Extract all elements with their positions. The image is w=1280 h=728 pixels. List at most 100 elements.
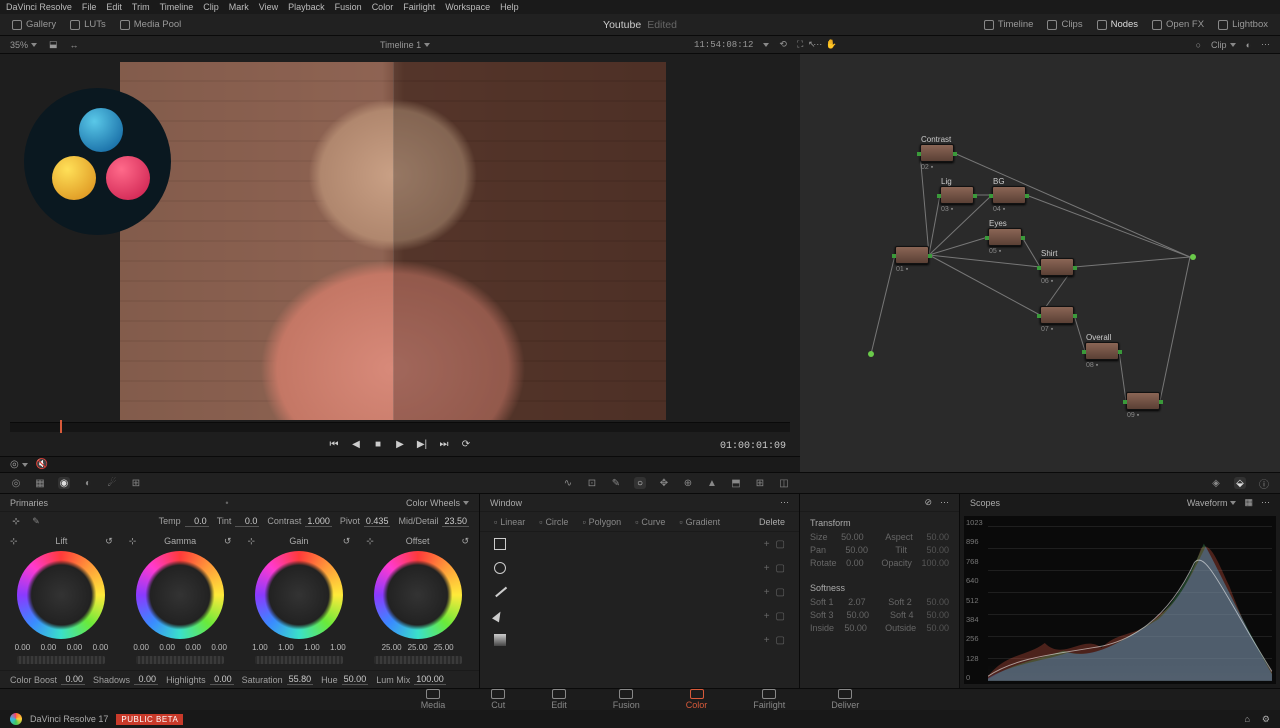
shape-tab-circle[interactable]: ▫Circle bbox=[539, 517, 568, 527]
window-more-icon[interactable]: ⋯ bbox=[780, 497, 789, 508]
menu-clip[interactable]: Clip bbox=[203, 2, 219, 12]
page-tab-deliver[interactable]: Deliver bbox=[823, 687, 867, 712]
window-icon[interactable]: ○ bbox=[634, 477, 646, 489]
middetail-value[interactable]: 23.50 bbox=[442, 516, 469, 527]
clips-icon[interactable]: Clips bbox=[1047, 19, 1082, 30]
home-icon[interactable]: ⌂ bbox=[1244, 714, 1249, 724]
node-graph[interactable]: 01 ▪Contrast02 ▪Lig03 ▪BG04 ▪Eyes05 ▪Shi… bbox=[800, 54, 1280, 472]
wheel-value[interactable]: 0.00 bbox=[156, 643, 178, 652]
tracking-icon[interactable]: ✥ bbox=[658, 477, 670, 489]
output-icon[interactable] bbox=[1190, 254, 1196, 260]
color-wheels-icon[interactable]: ◉ bbox=[58, 477, 70, 489]
auto-icon[interactable]: ✎ bbox=[30, 515, 42, 527]
page-tab-edit[interactable]: Edit bbox=[543, 687, 575, 712]
temp-value[interactable]: 0.0 bbox=[185, 516, 209, 527]
node-05[interactable]: Eyes05 ▪ bbox=[988, 228, 1022, 246]
node-02[interactable]: Contrast02 ▪ bbox=[920, 144, 954, 162]
settings-icon[interactable]: ⚙ bbox=[1262, 714, 1270, 725]
more-icon[interactable]: ⋯ bbox=[1261, 497, 1270, 508]
refresh-icon[interactable]: ⟲ bbox=[779, 39, 787, 50]
play-icon[interactable]: ▶ bbox=[394, 438, 406, 450]
input-source-icon[interactable] bbox=[868, 351, 874, 357]
gamma-jog[interactable] bbox=[136, 656, 224, 664]
page-tab-media[interactable]: Media bbox=[413, 687, 454, 712]
wipe-icon[interactable]: ↔ bbox=[70, 40, 79, 50]
wheel-value[interactable]: 1.00 bbox=[327, 643, 349, 652]
wheel-value[interactable]: 0.00 bbox=[208, 643, 230, 652]
lummix-value[interactable]: 100.00 bbox=[414, 674, 446, 685]
node-07[interactable]: 07 ▪ bbox=[1040, 306, 1074, 324]
wheel-value[interactable]: 1.00 bbox=[275, 643, 297, 652]
wheel-value[interactable]: 1.00 bbox=[301, 643, 323, 652]
gain-wheel[interactable] bbox=[255, 551, 343, 639]
goto-end-icon[interactable]: ⏭ bbox=[438, 438, 450, 450]
node-06[interactable]: Shirt06 ▪ bbox=[1040, 258, 1074, 276]
highlights-value[interactable]: 0.00 bbox=[210, 674, 234, 685]
gamma-wheel[interactable] bbox=[136, 551, 224, 639]
page-tab-fairlight[interactable]: Fairlight bbox=[745, 687, 793, 712]
node-04[interactable]: BG04 ▪ bbox=[992, 186, 1026, 204]
nodes-icon[interactable]: Nodes bbox=[1097, 19, 1138, 30]
menu-fairlight[interactable]: Fairlight bbox=[403, 2, 435, 12]
remove-icon[interactable]: ▢ bbox=[776, 539, 785, 550]
page-tab-color[interactable]: Color bbox=[678, 687, 716, 712]
lightbox-icon[interactable]: Lightbox bbox=[1218, 19, 1268, 30]
add-icon[interactable]: + bbox=[764, 539, 770, 550]
key-icon[interactable]: ⬒ bbox=[730, 477, 742, 489]
wheel-value[interactable]: 0.00 bbox=[89, 643, 111, 652]
keyframe-icon[interactable]: ◈ bbox=[1210, 477, 1222, 489]
color-checker-icon[interactable]: ▦ bbox=[34, 477, 46, 489]
add-icon[interactable]: + bbox=[764, 635, 770, 646]
tint-value[interactable]: 0.0 bbox=[235, 516, 259, 527]
camera-raw-icon[interactable]: ◎ bbox=[10, 477, 22, 489]
step-back-icon[interactable]: ◀ bbox=[350, 438, 362, 450]
wheel-value[interactable]: 0.00 bbox=[182, 643, 204, 652]
shape-slot-2[interactable]: +▢ bbox=[480, 580, 799, 604]
remove-icon[interactable]: ▢ bbox=[776, 563, 785, 574]
wheel-reset-icon[interactable]: ↺ bbox=[224, 536, 232, 547]
shape-tab-linear[interactable]: ▫Linear bbox=[494, 517, 525, 527]
scope-mode-dropdown[interactable]: Waveform bbox=[1187, 498, 1237, 508]
blur-icon[interactable]: ▲ bbox=[706, 477, 718, 489]
menu-mark[interactable]: Mark bbox=[229, 2, 249, 12]
warper-icon[interactable]: ⊡ bbox=[586, 477, 598, 489]
menu-file[interactable]: File bbox=[82, 2, 97, 12]
wheels-mode-dropdown[interactable]: Color Wheels bbox=[406, 498, 469, 508]
menu-timeline[interactable]: Timeline bbox=[160, 2, 194, 12]
menu-view[interactable]: View bbox=[259, 2, 278, 12]
motion-icon[interactable]: ⊞ bbox=[130, 477, 142, 489]
qualifier-icon[interactable]: ✎ bbox=[610, 477, 622, 489]
node-08[interactable]: Overall08 ▪ bbox=[1085, 342, 1119, 360]
remove-icon[interactable]: ▢ bbox=[776, 611, 785, 622]
wheel-value[interactable]: 0.00 bbox=[11, 643, 33, 652]
hue-value[interactable]: 50.00 bbox=[342, 674, 369, 685]
magic-icon[interactable]: ⊕ bbox=[682, 477, 694, 489]
wheel-value[interactable]: 0.00 bbox=[130, 643, 152, 652]
wheel-reset-icon[interactable]: ↺ bbox=[343, 536, 351, 547]
waveform-scope[interactable]: 10238967686405123842561280 bbox=[964, 516, 1276, 684]
picker-icon[interactable]: ⊹ bbox=[10, 515, 22, 527]
menu-playback[interactable]: Playback bbox=[288, 2, 325, 12]
shape-slot-3[interactable]: +▢ bbox=[480, 604, 799, 628]
wheel-value[interactable]: 25.00 bbox=[381, 643, 403, 652]
bypass-dropdown[interactable]: ◎ bbox=[10, 459, 28, 470]
shadows-value[interactable]: 0.00 bbox=[134, 674, 158, 685]
menu-trim[interactable]: Trim bbox=[132, 2, 150, 12]
page-tab-fusion[interactable]: Fusion bbox=[605, 687, 648, 712]
timeline-dropdown[interactable]: Timeline 1 bbox=[380, 40, 430, 50]
menu-davinciresolve[interactable]: DaVinci Resolve bbox=[6, 2, 72, 12]
step-fwd-icon[interactable]: ▶| bbox=[416, 438, 428, 450]
shape-slot-4[interactable]: +▢ bbox=[480, 628, 799, 652]
menu-color[interactable]: Color bbox=[372, 2, 394, 12]
remove-icon[interactable]: ▢ bbox=[776, 587, 785, 598]
add-icon[interactable]: + bbox=[764, 611, 770, 622]
node-09[interactable]: 09 ▪ bbox=[1126, 392, 1160, 410]
node-01[interactable]: 01 ▪ bbox=[895, 246, 929, 264]
menu-help[interactable]: Help bbox=[500, 2, 519, 12]
menu-workspace[interactable]: Workspace bbox=[445, 2, 490, 12]
mute-icon[interactable]: 🔇 bbox=[36, 459, 48, 470]
shape-slot-1[interactable]: +▢ bbox=[480, 556, 799, 580]
pivot-value[interactable]: 0.435 bbox=[364, 516, 391, 527]
wheel-picker-icon[interactable]: ⊹ bbox=[248, 536, 256, 547]
lift-jog[interactable] bbox=[17, 656, 105, 664]
